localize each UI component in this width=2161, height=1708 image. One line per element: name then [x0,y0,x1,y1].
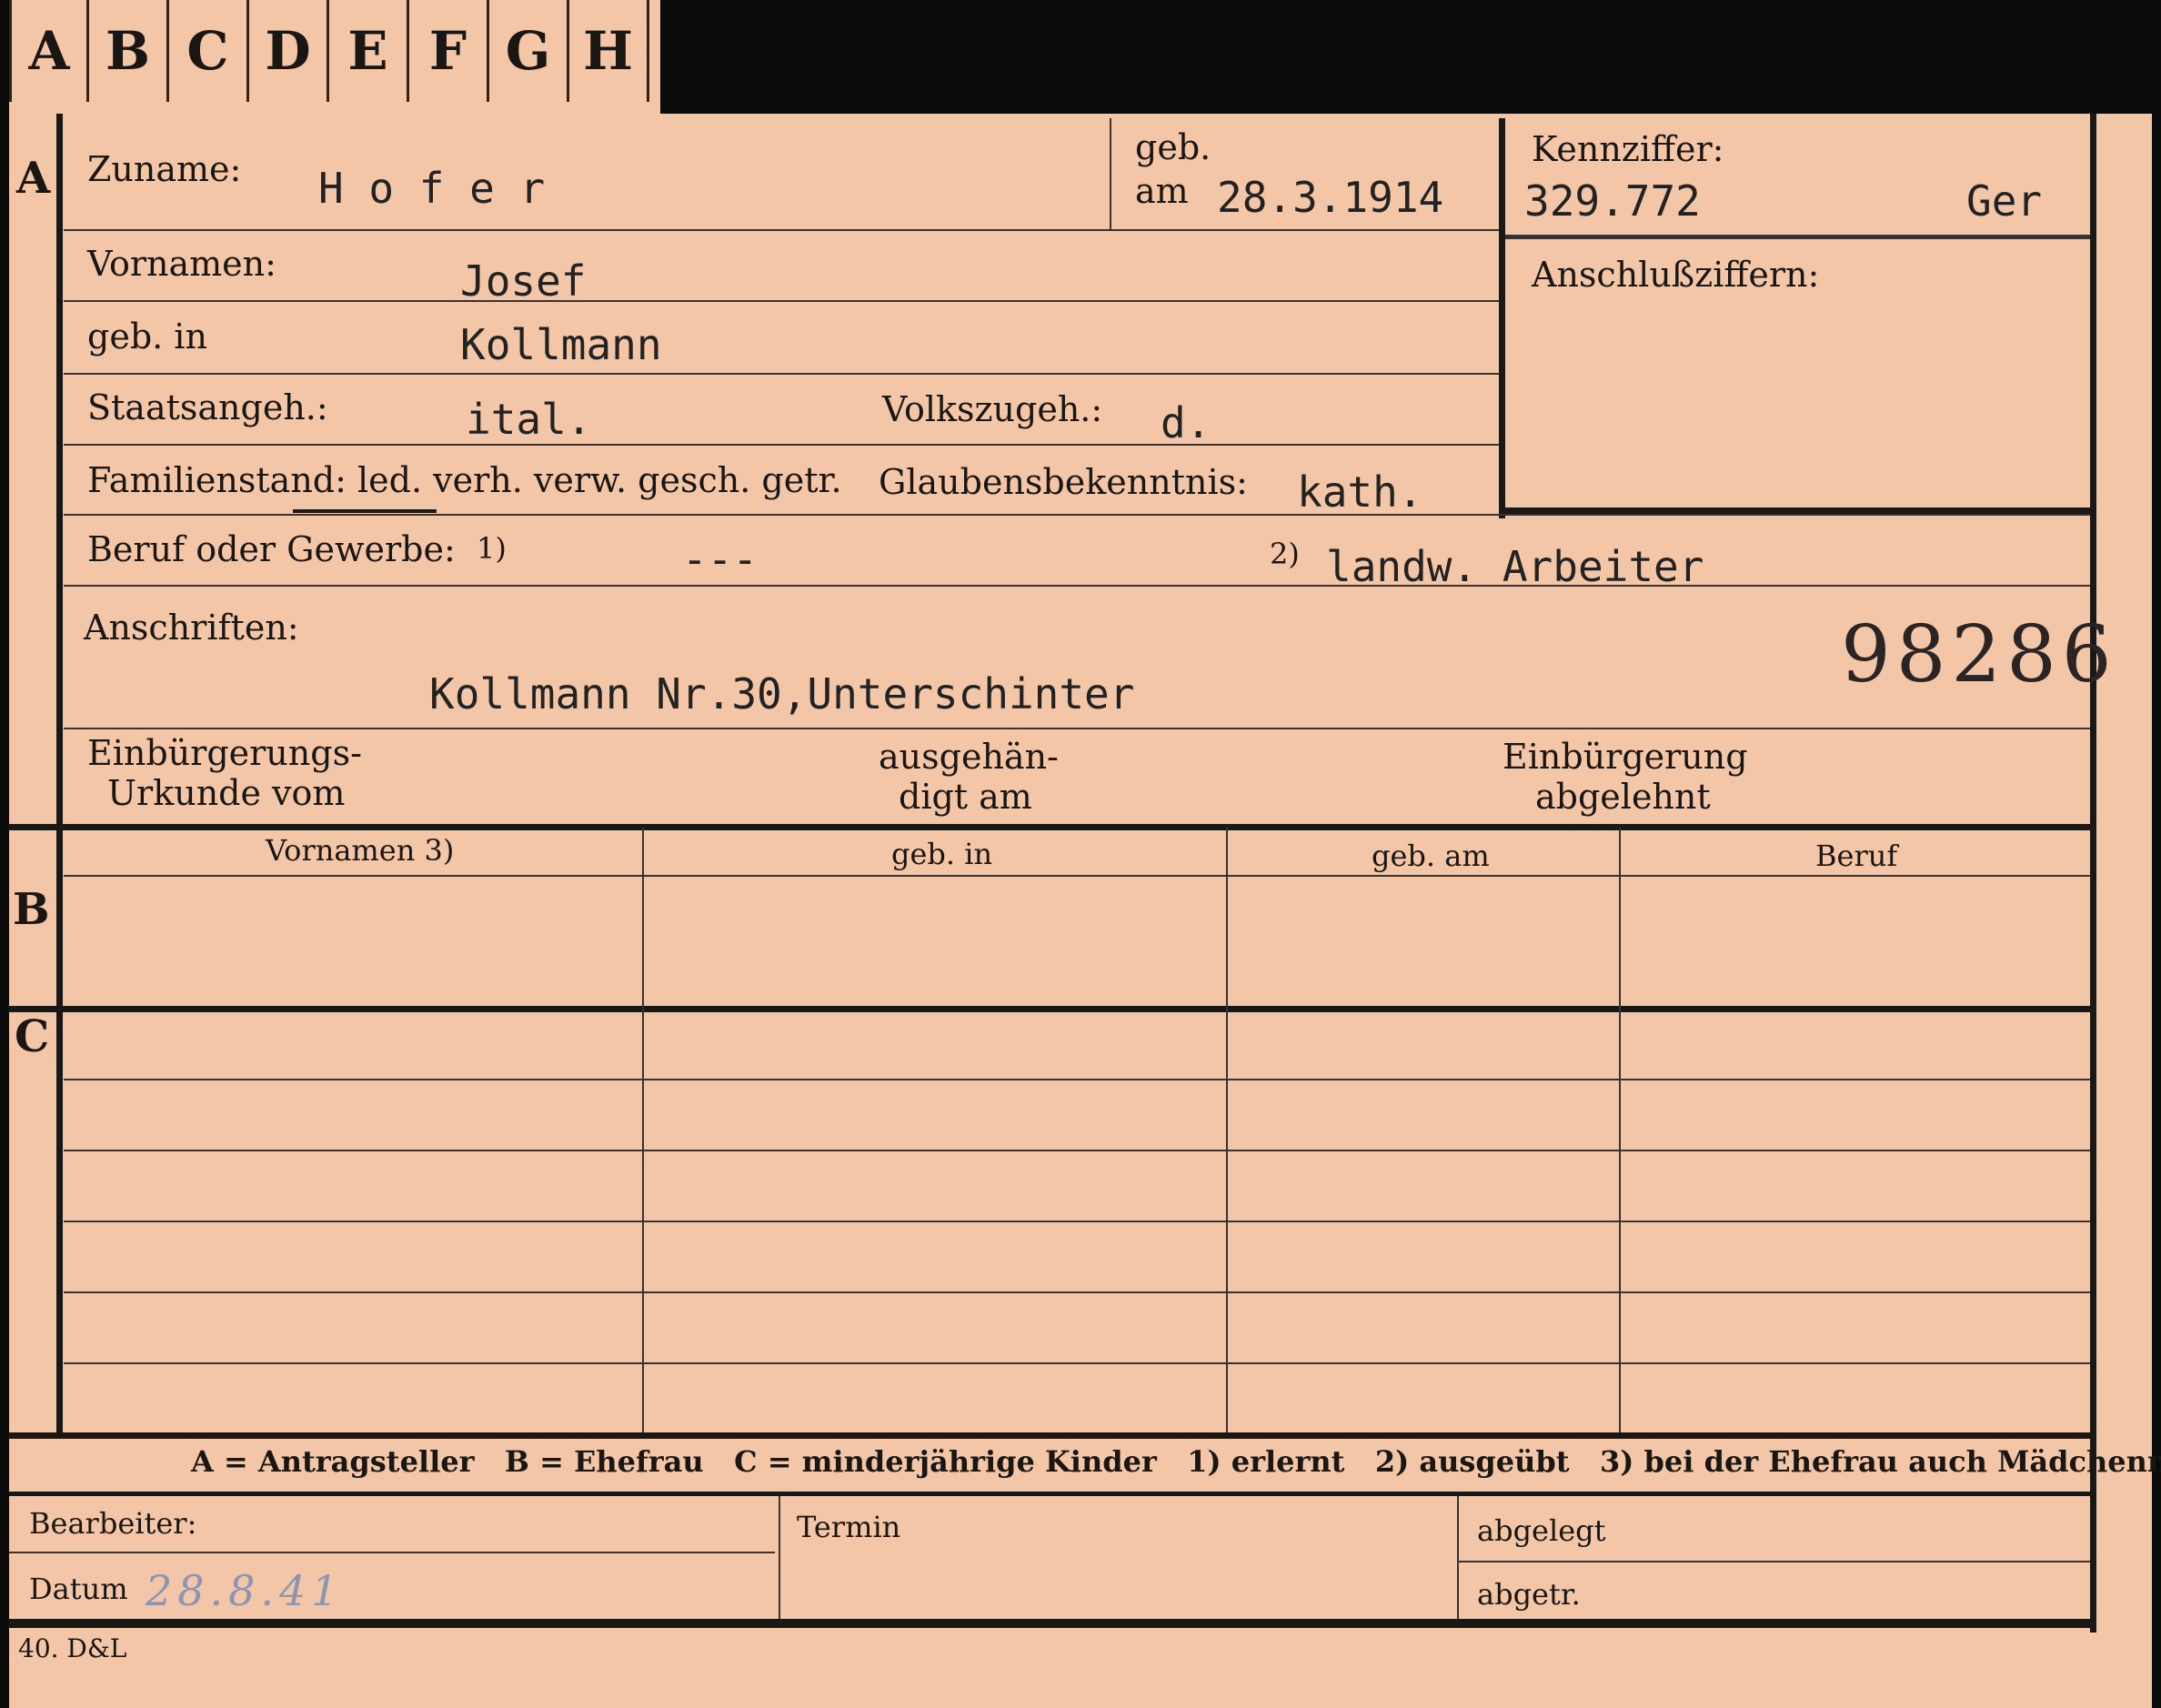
vornamen-label: Vornamen: [87,244,276,284]
kennziffer-box-bottom [1499,507,2090,514]
section-c-bottom [9,1432,2096,1439]
print-code: 40. D&L [18,1633,127,1663]
letter-tab[interactable]: H [569,0,649,102]
letter-tab[interactable]: F [409,0,489,102]
beruf-erlernt-value: --- [682,535,759,584]
familienstand-label: Familienstand: led. verh. verw. gesch. g… [87,460,842,500]
section-b-marker: B [13,884,50,935]
kennziffer-suffix: Ger [1966,176,2043,226]
table-header-line [64,875,2090,877]
row-line [64,300,1499,302]
row-line [64,728,2090,729]
volkszugeh-label: Volkszugeh.: [882,389,1103,429]
einbuergerung-abgelehnt-label-2: abgelehnt [1535,777,1711,817]
section-c-marker: C [15,1011,50,1062]
table-col-divider [1619,828,1621,1432]
table-header-beruf: Beruf [1815,839,1898,873]
staatsangeh-label: Staatsangeh.: [87,387,328,427]
zuname-geb-divider [1110,118,1111,229]
letter-tab[interactable]: C [169,0,249,102]
geb-in-label: geb. in [87,316,207,357]
zuname-value: H o f e r [318,164,546,213]
legend-text: A = Antragsteller B = Ehefrau C = minder… [191,1444,2161,1479]
staatsangeh-value: ital. [466,395,592,444]
familienstand-underline [293,509,437,513]
row-line [64,514,2090,516]
bearbeiter-label: Bearbeiter: [29,1506,197,1541]
glaubensbekenntnis-label: Glaubensbekenntnis: [879,462,1248,502]
einbuergerung-abgelehnt-label-1: Einbürgerung [1503,737,1748,777]
beruf-ausgeuebt-value: landw. Arbeiter [1326,542,1704,591]
einbuergerungs-urkunde-label-1: Einbürgerungs- [87,733,362,773]
datum-value: 28.8.41 [146,1566,344,1615]
beruf-note1: 1) [477,531,507,566]
beruf-note2: 2) [1270,537,1300,571]
anschriften-label: Anschriften: [84,608,299,648]
table-row-line [64,1150,2090,1151]
termin-label: Termin [797,1510,901,1544]
geb-am-value: 28.3.1914 [1217,173,1444,222]
section-a-marker: A [16,153,51,204]
table-header-geb-in: geb. in [891,837,993,871]
footer-divider [779,1496,780,1619]
row-line [64,229,1499,231]
stamp-number: 98286 [1841,609,2117,700]
table-row-line [64,1221,2090,1222]
legend-bottom [9,1492,2096,1496]
letter-tab[interactable]: E [329,0,409,102]
glaubensbekenntnis-value: kath. [1297,467,1423,517]
table-row-line [64,1362,2090,1364]
footer-line [9,1552,775,1553]
abgelegt-label: abgelegt [1477,1513,1606,1548]
row-line [64,585,2090,587]
anschrift-value: Kollmann Nr.30,Unterschinter [429,669,1135,718]
kennziffer-label: Kennziffer: [1532,129,1724,169]
footer-line [1459,1561,2090,1562]
einbuergerungs-urkunde-label-2: Urkunde vom [107,773,346,813]
letter-tab[interactable]: B [89,0,169,102]
card-bottom-border [9,1619,2096,1628]
volkszugeh-value: d. [1161,398,1211,447]
geb-in-value: Kollmann [460,320,662,369]
datum-label: Datum [29,1572,128,1606]
table-col-divider [1226,828,1228,1432]
geb-label: geb. [1135,127,1211,167]
section-b-bottom [9,1006,2096,1012]
letter-tab[interactable]: A [9,0,89,102]
beruf-label: Beruf oder Gewerbe: [87,529,456,569]
abgetr-label: abgetr. [1477,1577,1581,1612]
table-row-line [64,1079,2090,1080]
table-row-line [64,1291,2090,1293]
am-label: am [1135,171,1189,211]
left-section-border [56,114,63,1432]
table-header-vornamen: Vornamen 3) [266,833,455,868]
row-line [64,444,1499,446]
letter-tab[interactable]: G [489,0,569,102]
table-col-divider [642,828,644,1432]
letter-tab[interactable]: D [249,0,329,102]
kennziffer-divider [1505,235,2090,239]
zuname-label: Zuname: [87,149,242,189]
footer-divider [1457,1496,1459,1619]
section-a-bottom [9,824,2096,830]
row-line [64,373,1499,375]
kennziffer-box-left [1499,118,1505,518]
kennziffer-value: 329.772 [1524,176,1701,226]
ausgehaendigt-label-1: ausgehän- [879,737,1059,777]
anschlussziffern-label: Anschlußziffern: [1532,255,1820,295]
ausgehaendigt-label-2: digt am [899,777,1032,817]
vornamen-value: Josef [460,256,587,306]
table-header-geb-am: geb. am [1372,839,1490,873]
letter-tab-strip: A B C D E F G H [9,0,660,114]
right-card-border [2090,114,2096,1633]
